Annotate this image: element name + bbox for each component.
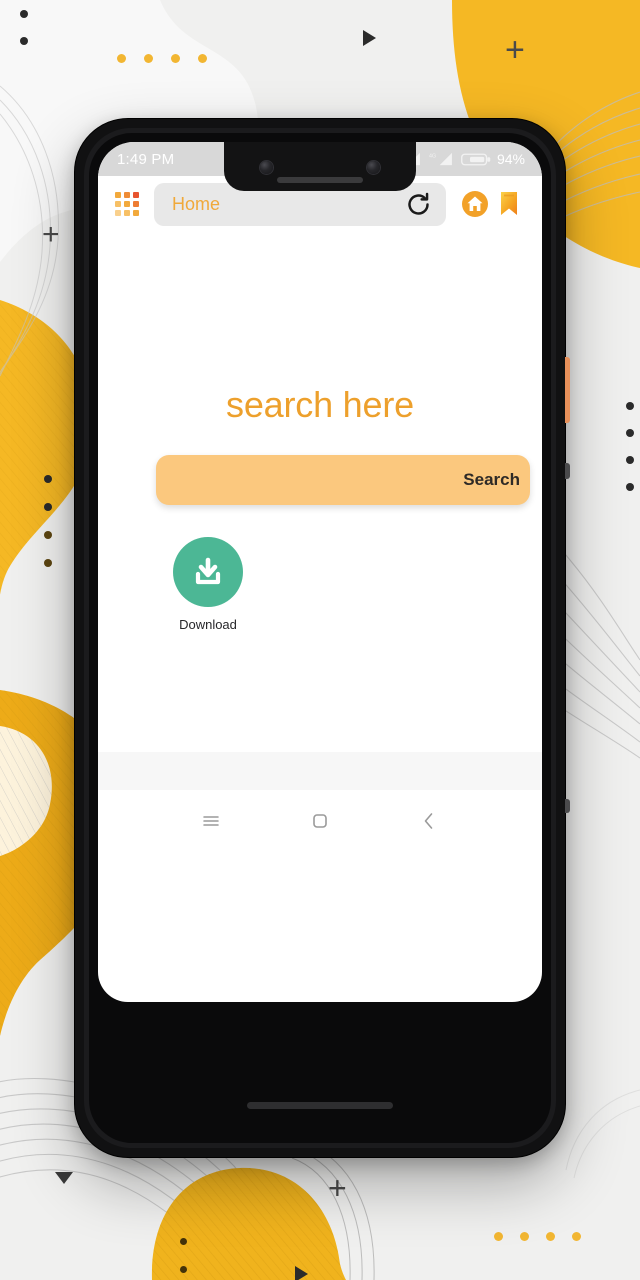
volume-down-button[interactable]	[565, 799, 570, 813]
nav-home-button[interactable]	[295, 801, 345, 841]
home-button[interactable]	[458, 190, 492, 218]
decor-dot-dark	[626, 402, 634, 410]
download-icon[interactable]	[173, 537, 243, 607]
decor-dot-orange	[572, 1232, 581, 1241]
status-bar: 1:49 PM 4G 94%	[98, 142, 542, 191]
decor-dot-dark	[180, 1238, 187, 1245]
decor-dot-orange	[546, 1232, 555, 1241]
svg-text:4G: 4G	[429, 153, 436, 159]
phone-device: 1:49 PM 4G 94% Home search here Search D…	[74, 118, 570, 1158]
decor-dot-dark	[44, 503, 52, 511]
decor-dot-dark	[20, 37, 28, 45]
decor-dot-dark	[180, 1266, 187, 1273]
decor-plus-icon: +	[42, 218, 60, 251]
android-nav-bar	[98, 790, 542, 852]
decor-dot-orange	[171, 54, 180, 63]
battery-icon	[461, 152, 491, 167]
decor-dot-dark	[626, 456, 634, 464]
earpiece-speaker	[277, 177, 363, 183]
status-time: 1:49 PM	[117, 150, 175, 168]
decor-dot-dark	[626, 483, 634, 491]
decor-dot-dark	[20, 10, 28, 18]
front-camera-icon	[260, 161, 273, 174]
refresh-icon[interactable]	[405, 191, 432, 218]
page-title: search here	[226, 384, 414, 425]
search-button[interactable]: Search	[463, 470, 520, 490]
battery-percent: 94%	[496, 151, 525, 167]
download-label: Download	[179, 617, 237, 632]
web-page-content: search here Search Download	[98, 232, 542, 852]
download-shortcut[interactable]: Download	[148, 537, 268, 632]
nav-recents-button[interactable]	[186, 801, 236, 841]
decor-dot-orange	[520, 1232, 529, 1241]
nav-back-button[interactable]	[404, 801, 454, 841]
decor-dot-orange	[144, 54, 153, 63]
search-input[interactable]: Search	[156, 455, 530, 505]
decor-plus-icon: +	[505, 31, 525, 69]
phone-screen: 1:49 PM 4G 94% Home search here Search D…	[98, 142, 542, 1002]
decor-play-triangle-icon	[295, 1266, 308, 1280]
decor-dot-orange	[494, 1232, 503, 1241]
decor-dot-dark	[44, 559, 52, 567]
signal-4g-sim2-icon: 4G	[429, 151, 455, 167]
power-button[interactable]	[565, 357, 570, 423]
phone-inner-frame: 1:49 PM 4G 94% Home search here Search D…	[84, 128, 556, 1148]
decor-plus-icon: +	[328, 1170, 347, 1206]
phone-bezel: 1:49 PM 4G 94% Home search here Search D…	[89, 133, 551, 1143]
decor-dot-dark	[626, 429, 634, 437]
decor-down-triangle-icon	[55, 1172, 73, 1184]
apps-grid-icon[interactable]	[112, 189, 142, 219]
bottom-speaker-grille	[247, 1102, 393, 1109]
bookmarks-button[interactable]	[492, 190, 526, 218]
decor-dot-dark	[44, 475, 52, 483]
front-camera-secondary-icon	[367, 161, 380, 174]
decor-dot-orange	[117, 54, 126, 63]
volume-up-button[interactable]	[565, 463, 570, 479]
display-notch	[224, 142, 416, 191]
decor-dot-orange	[198, 54, 207, 63]
decor-dot-dark	[44, 531, 52, 539]
decor-play-triangle-icon	[363, 30, 376, 46]
address-bar-text[interactable]: Home	[172, 194, 405, 215]
